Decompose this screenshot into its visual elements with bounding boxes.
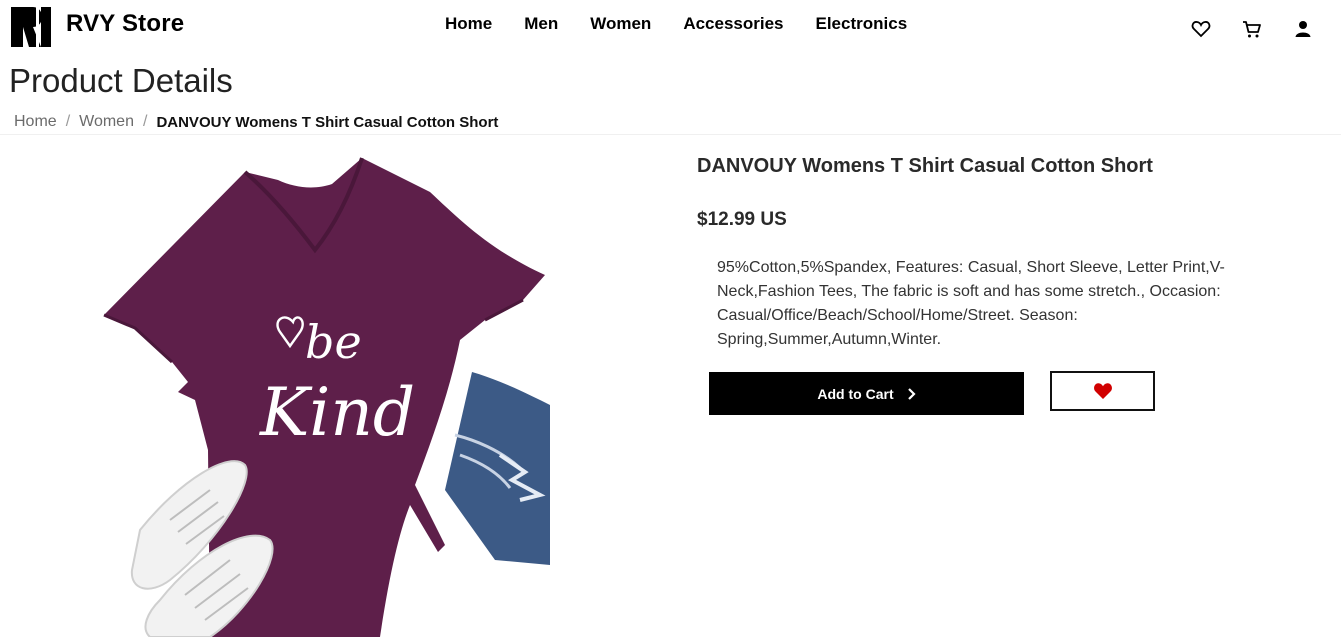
- heart-icon[interactable]: [1190, 18, 1212, 40]
- nav-women[interactable]: Women: [590, 14, 651, 34]
- header-icons: [1190, 18, 1341, 40]
- nav-electronics[interactable]: Electronics: [816, 14, 908, 34]
- breadcrumb-current: DANVOUY Womens T Shirt Casual Cotton Sho…: [156, 113, 499, 131]
- logo-icon[interactable]: [11, 7, 51, 47]
- product-description: 95%Cotton,5%Spandex, Features: Casual, S…: [717, 259, 1225, 348]
- divider: [0, 134, 1341, 135]
- add-to-cart-label: Add to Cart: [817, 385, 894, 402]
- product-price: $12.99 US: [697, 209, 787, 230]
- brand-name[interactable]: RVY Store: [66, 10, 184, 38]
- main-nav: Home Men Women Accessories Electronics: [445, 14, 939, 34]
- shirt-print-be: be: [305, 315, 362, 369]
- breadcrumb-women[interactable]: Women: [79, 113, 134, 131]
- nav-home[interactable]: Home: [445, 14, 492, 34]
- nav-accessories[interactable]: Accessories: [683, 14, 783, 34]
- product-image: be Kind: [103, 157, 550, 637]
- breadcrumb-separator: /: [142, 113, 148, 130]
- chevron-right-icon: [907, 387, 916, 400]
- heart-icon: [1093, 383, 1112, 399]
- breadcrumb-separator: /: [65, 113, 71, 130]
- page-title: Product Details: [9, 62, 233, 99]
- breadcrumb-home[interactable]: Home: [14, 113, 57, 131]
- add-to-wishlist-button[interactable]: [1050, 371, 1155, 411]
- cart-icon[interactable]: [1241, 18, 1263, 40]
- nav-men[interactable]: Men: [524, 14, 558, 34]
- shirt-print-kind: Kind: [259, 374, 415, 451]
- breadcrumb: Home / Women / DANVOUY Womens T Shirt Ca…: [14, 113, 498, 131]
- product-name: DANVOUY Womens T Shirt Casual Cotton Sho…: [697, 155, 1153, 177]
- user-icon[interactable]: [1292, 18, 1314, 40]
- add-to-cart-button[interactable]: Add to Cart: [709, 372, 1024, 415]
- site-header: RVY Store Home Men Women Accessories Ele…: [0, 0, 1341, 54]
